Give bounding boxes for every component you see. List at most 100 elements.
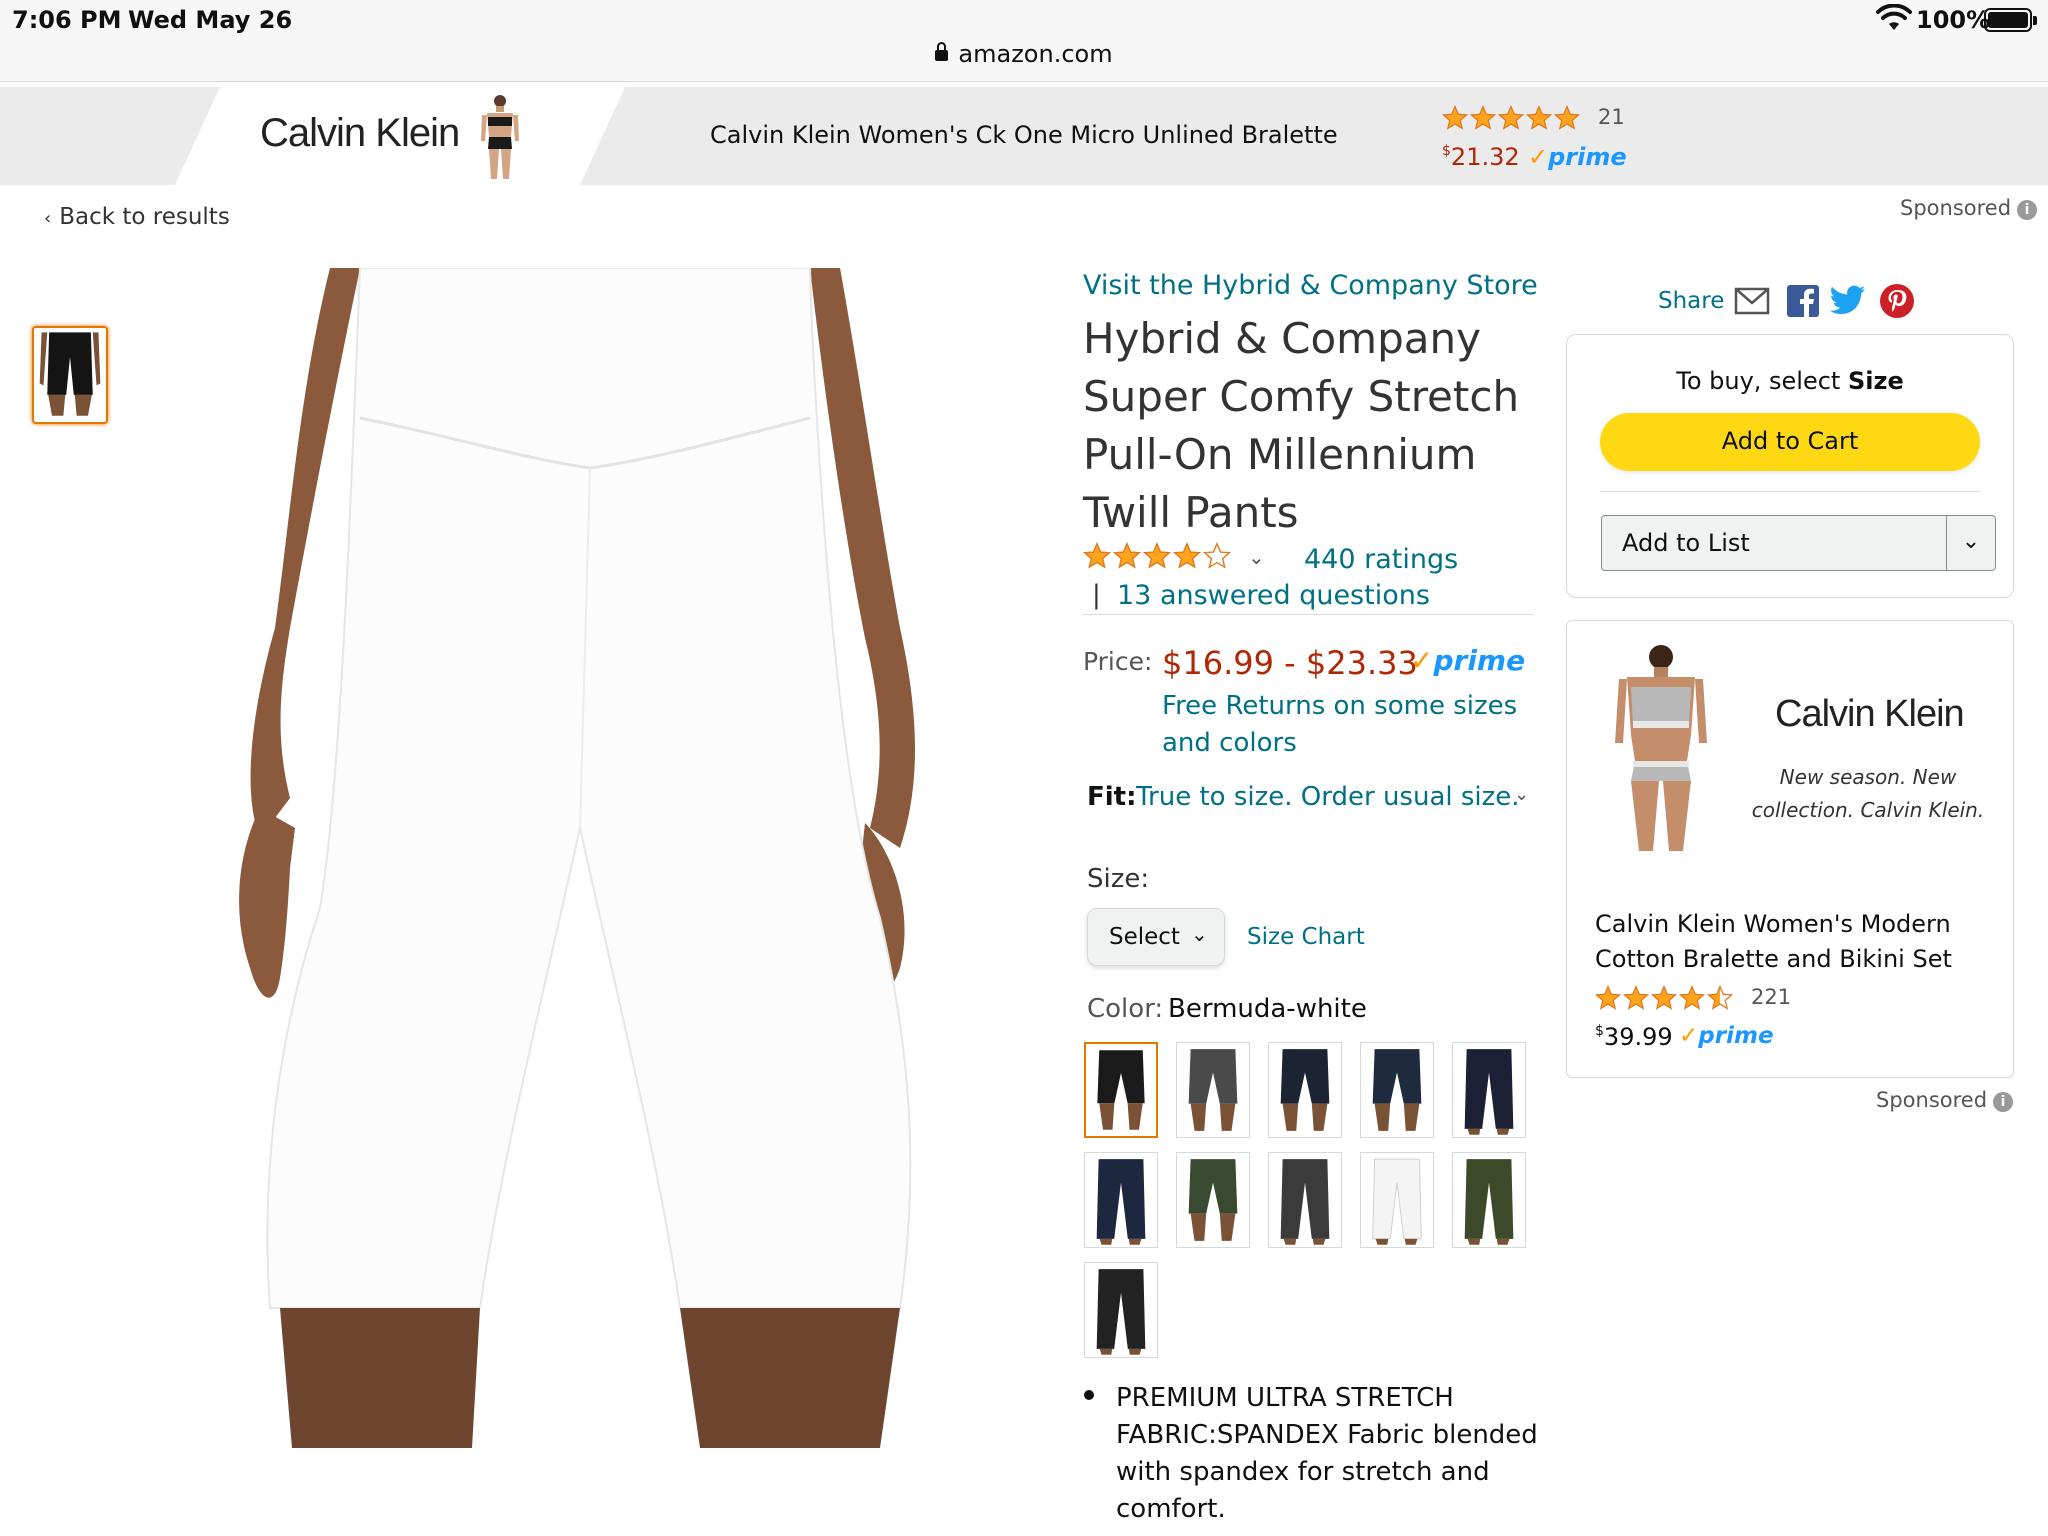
color-swatch[interactable]: [1176, 1152, 1250, 1248]
prime-badge: ✓prime: [1679, 1023, 1774, 1049]
chevron-down-icon: ⌄: [1191, 922, 1208, 946]
price-label: Price:: [1083, 647, 1153, 676]
color-value: Bermuda-white: [1168, 994, 1367, 1024]
ratings-link[interactable]: 440 ratings: [1304, 544, 1458, 575]
answered-questions-link[interactable]: 13 answered questions: [1117, 580, 1430, 611]
swatch-image: [1372, 1158, 1422, 1245]
feature-bullet: PREMIUM ULTRA STRETCH FABRIC:SPANDEX Fab…: [1116, 1383, 1538, 1524]
star-icon: [1470, 105, 1496, 130]
banner-product-image: [481, 95, 519, 179]
star-icon: [1707, 985, 1733, 1010]
color-swatch[interactable]: [1084, 1042, 1158, 1138]
swatch-image: [1372, 1049, 1422, 1131]
color-swatch[interactable]: [1084, 1152, 1158, 1248]
address-bar[interactable]: amazon.com: [0, 40, 2048, 68]
swatch-image: [1188, 1049, 1238, 1131]
divider: [1600, 491, 1980, 492]
size-dropdown-value: Select: [1109, 924, 1180, 950]
star-icon: [1113, 542, 1141, 569]
fit-label: Fit:: [1087, 782, 1137, 812]
swatch-image: [1464, 1049, 1514, 1135]
price-range: $16.99 - $23.33: [1162, 644, 1418, 682]
product-title: Hybrid & Company Super Comfy Stretch Pul…: [1083, 314, 1520, 537]
prime-badge: ✓prime: [1528, 143, 1627, 171]
prime-badge: ✓prime: [1410, 644, 1526, 677]
banner-rating-stars: [1442, 105, 1580, 131]
ad-price: $39.99: [1595, 1023, 1673, 1051]
ad-rating-stars: [1595, 985, 1733, 1011]
main-product-image[interactable]: [160, 268, 980, 1448]
chevron-down-icon[interactable]: ⌄: [1248, 545, 1265, 569]
banner-rating-count: 21: [1598, 105, 1625, 129]
share-label[interactable]: Share: [1658, 288, 1724, 314]
swatch-image: [1096, 1159, 1146, 1245]
sponsored-banner[interactable]: Calvin Klein Calvin Klein Women's Ck One…: [0, 87, 2048, 185]
thumbnail-image: [39, 332, 101, 416]
star-icon: [1143, 542, 1171, 569]
buy-box: To buy, select Size Add to Cart Add to L…: [1566, 334, 2014, 598]
lock-icon: [935, 42, 949, 61]
chevron-down-icon[interactable]: ⌄: [1514, 784, 1529, 805]
star-icon: [1498, 105, 1524, 130]
star-icon: [1203, 542, 1231, 569]
color-swatch[interactable]: [1176, 1042, 1250, 1138]
status-date: Wed May 26: [128, 6, 293, 34]
chevron-down-icon[interactable]: ⌄: [1946, 515, 1996, 571]
select-size-prompt: To buy, select Size: [1676, 367, 1904, 395]
color-swatch[interactable]: [1084, 1262, 1158, 1358]
swatch-image: [1188, 1159, 1238, 1241]
status-bar: 7:06 PM Wed May 26 amazon.com 100%: [0, 0, 2048, 82]
swatch-image: [1096, 1269, 1146, 1355]
twitter-icon[interactable]: [1830, 285, 1866, 317]
store-link[interactable]: Visit the Hybrid & Company Store: [1083, 270, 1538, 301]
status-time: 7:06 PM: [12, 6, 122, 34]
banner-product-title[interactable]: Calvin Klein Women's Ck One Micro Unline…: [710, 121, 1338, 149]
sponsored-label[interactable]: Sponsored i: [1876, 1088, 2014, 1112]
star-icon: [1442, 105, 1468, 130]
email-icon[interactable]: [1734, 286, 1770, 316]
free-returns-link[interactable]: Free Returns on some sizes and colors: [1162, 688, 1532, 762]
info-icon: i: [1993, 1092, 2014, 1112]
color-swatch[interactable]: [1360, 1152, 1434, 1248]
divider: [1083, 614, 1533, 615]
ad-brand-logo: Calvin Klein: [1775, 693, 1965, 735]
ad-product-image: [1615, 645, 1707, 851]
add-to-cart-button[interactable]: Add to Cart: [1600, 413, 1980, 471]
star-icon: [1526, 105, 1552, 130]
swatch-image: [1464, 1159, 1514, 1245]
product-rating-stars[interactable]: [1083, 542, 1231, 570]
battery-icon: [1984, 8, 2037, 32]
color-label: Color:: [1087, 994, 1164, 1024]
gallery-thumbnail[interactable]: [32, 326, 108, 424]
pinterest-icon[interactable]: [1880, 284, 1914, 318]
color-swatch[interactable]: [1452, 1042, 1526, 1138]
back-to-results-link[interactable]: ‹ Back to results: [44, 204, 230, 230]
color-swatch[interactable]: [1452, 1152, 1526, 1248]
facebook-icon[interactable]: [1787, 285, 1819, 317]
info-icon: i: [2017, 200, 2038, 220]
color-swatch[interactable]: [1360, 1042, 1434, 1138]
star-icon: [1554, 105, 1580, 130]
ad-product-title[interactable]: Calvin Klein Women's Modern Cotton Brale…: [1595, 907, 1995, 977]
separator: |: [1092, 580, 1101, 610]
ad-tagline: New season. New collection. Calvin Klein…: [1751, 765, 1985, 822]
sponsored-ad-card[interactable]: Calvin Klein New season. New collection.…: [1566, 620, 2014, 1078]
banner-price: $21.32: [1442, 143, 1520, 171]
brand-logo: Calvin Klein: [260, 111, 460, 155]
size-label: Size:: [1087, 864, 1150, 894]
bullet-icon: [1084, 1390, 1094, 1400]
color-swatch[interactable]: [1268, 1152, 1342, 1248]
add-to-list-button[interactable]: Add to List: [1601, 515, 1947, 571]
size-chart-link[interactable]: Size Chart: [1247, 924, 1365, 950]
color-swatch[interactable]: [1268, 1042, 1342, 1138]
url-text: amazon.com: [958, 40, 1113, 68]
star-icon: [1173, 542, 1201, 569]
star-icon: [1595, 985, 1621, 1010]
sponsored-label[interactable]: Sponsored i: [1900, 196, 2038, 220]
swatch-image: [1280, 1159, 1330, 1245]
star-icon: [1679, 985, 1705, 1010]
battery-percent: 100%: [1916, 6, 1991, 34]
fit-link[interactable]: True to size. Order usual size.: [1136, 782, 1520, 812]
ad-rating-count: 221: [1751, 985, 1792, 1009]
chevron-left-icon: ‹: [44, 208, 52, 229]
